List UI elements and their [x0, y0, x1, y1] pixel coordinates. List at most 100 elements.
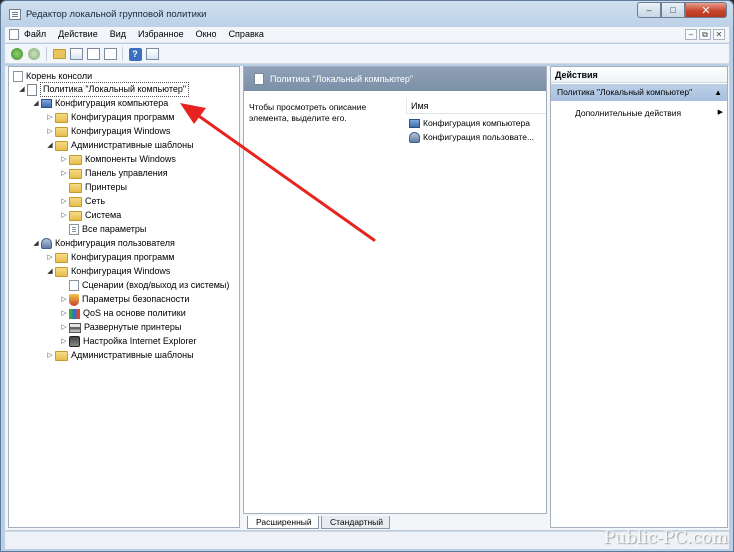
tree-item[interactable]: Принтеры — [59, 181, 127, 194]
tree-item[interactable]: ▷ Конфигурация программ — [45, 251, 174, 264]
tree-item[interactable]: ▷ Сеть — [59, 195, 105, 208]
user-icon — [409, 132, 420, 143]
menu-action[interactable]: Действие — [57, 29, 99, 39]
up-folder-icon[interactable] — [51, 46, 67, 62]
app-icon — [9, 9, 21, 20]
folder-icon — [55, 252, 68, 263]
minimize-button[interactable]: – — [637, 2, 661, 18]
view-tabs: Расширенный Стандартный — [243, 516, 547, 530]
tree-item-computer-config[interactable]: ◢ Конфигурация компьютера — [31, 97, 168, 110]
tree-item[interactable]: ▷ Компоненты Windows — [59, 153, 176, 166]
expand-icon[interactable]: ▷ — [59, 209, 69, 222]
computer-icon — [409, 119, 420, 128]
actions-section[interactable]: Политика "Локальный компьютер" ▲ — [551, 84, 727, 101]
expand-icon[interactable]: ▷ — [59, 321, 69, 334]
user-icon — [41, 238, 52, 249]
list-item[interactable]: Конфигурация компьютера — [409, 117, 530, 130]
folder-icon — [69, 196, 82, 207]
folder-icon — [69, 168, 82, 179]
folder-icon — [55, 350, 68, 361]
submenu-arrow-icon: ▶ — [717, 109, 723, 116]
expand-icon[interactable]: ▷ — [59, 307, 69, 320]
script-icon — [69, 280, 79, 291]
folder-icon — [69, 210, 82, 221]
close-button[interactable]: ✕ — [685, 2, 727, 18]
menu-window[interactable]: Окно — [195, 29, 218, 39]
maximize-button[interactable]: □ — [661, 2, 685, 18]
title-bar[interactable]: Редактор локальной групповой политики – … — [1, 1, 733, 25]
mdi-close-button[interactable]: ✕ — [713, 29, 725, 40]
tree-item[interactable]: Сценарии (вход/выход из системы) — [59, 279, 229, 292]
mdi-minimize-button[interactable]: – — [685, 29, 697, 40]
export-list-icon[interactable] — [102, 46, 118, 62]
collapse-icon[interactable]: ◢ — [17, 83, 27, 96]
actions-title: Действия — [551, 67, 727, 83]
document-icon[interactable] — [9, 29, 19, 40]
result-pane-header: Политика "Локальный компьютер" — [244, 67, 546, 91]
column-header-name[interactable]: Имя — [406, 98, 546, 114]
computer-icon — [41, 99, 52, 108]
tree-item-local-policy[interactable]: ◢ Политика "Локальный компьютер" — [17, 82, 190, 97]
back-icon[interactable] — [9, 46, 25, 62]
security-icon — [69, 293, 79, 306]
ie-settings-icon — [69, 336, 80, 347]
tree-item[interactable]: ◢ Конфигурация Windows — [45, 265, 170, 278]
more-actions-item[interactable]: Дополнительные действия ▶ — [575, 107, 727, 119]
collapse-up-icon[interactable]: ▲ — [714, 84, 722, 101]
expand-icon[interactable]: ▷ — [59, 153, 69, 166]
all-settings-icon — [69, 224, 79, 235]
menu-file[interactable]: Файл — [23, 29, 47, 39]
tab-extended[interactable]: Расширенный — [247, 516, 319, 529]
tree-item-user-config[interactable]: ◢ Конфигурация пользователя — [31, 237, 175, 250]
tree-item[interactable]: ▷ Панель управления — [59, 167, 168, 180]
show-hide-tree-icon[interactable] — [68, 46, 84, 62]
expand-icon[interactable]: ▷ — [45, 125, 55, 138]
show-hide-action-pane-icon[interactable] — [144, 46, 160, 62]
menu-view[interactable]: Вид — [109, 29, 127, 39]
description-text: Чтобы просмотреть описание элемента, выд… — [249, 102, 367, 123]
result-pane-title: Политика "Локальный компьютер" — [270, 74, 414, 84]
tree-item[interactable]: ▷ Параметры безопасности — [59, 293, 189, 306]
collapse-icon[interactable]: ◢ — [45, 265, 55, 278]
tree-item[interactable]: ▷ Развернутые принтеры — [59, 321, 181, 334]
collapse-icon[interactable]: ◢ — [45, 139, 55, 152]
console-root-icon — [13, 71, 23, 82]
expand-icon[interactable]: ▷ — [45, 251, 55, 264]
collapse-icon[interactable]: ◢ — [31, 237, 41, 250]
mdi-restore-button[interactable]: ⧉ — [699, 29, 711, 40]
console-tree[interactable]: Корень консоли ◢ Политика "Локальный ком… — [8, 66, 240, 528]
properties-icon[interactable] — [85, 46, 101, 62]
tree-item[interactable]: ◢ Административные шаблоны — [45, 139, 194, 152]
toolbar: ? — [5, 44, 729, 64]
tree-item[interactable]: Все параметры — [59, 223, 146, 236]
forward-icon[interactable] — [26, 46, 42, 62]
tree-item[interactable]: ▷ Конфигурация Windows — [45, 125, 170, 138]
tree-item[interactable]: ▷ Система — [59, 209, 121, 222]
printer-icon — [69, 322, 81, 333]
folder-icon — [69, 182, 82, 193]
tree-item[interactable]: ▷ Настройка Internet Explorer — [59, 335, 196, 348]
tree-item[interactable]: ▷ Конфигурация программ — [45, 111, 174, 124]
policy-icon — [27, 83, 37, 96]
expand-icon[interactable]: ▷ — [59, 335, 69, 348]
expand-icon[interactable]: ▷ — [59, 167, 69, 180]
tree-item[interactable]: ▷ Административные шаблоны — [45, 349, 194, 362]
expand-icon[interactable]: ▷ — [45, 349, 55, 362]
collapse-icon[interactable]: ◢ — [31, 97, 41, 110]
tree-item[interactable]: ▷ QoS на основе политики — [59, 307, 186, 320]
expand-icon[interactable]: ▷ — [59, 195, 69, 208]
tab-standard[interactable]: Стандартный — [321, 516, 391, 529]
console-content: Корень консоли ◢ Политика "Локальный ком… — [5, 66, 729, 530]
qos-icon — [69, 308, 80, 319]
actions-pane: Действия Политика "Локальный компьютер" … — [550, 66, 728, 528]
expand-icon[interactable]: ▷ — [45, 111, 55, 124]
folder-icon — [55, 140, 68, 151]
app-window: Редактор локальной групповой политики – … — [0, 0, 734, 552]
help-icon[interactable]: ? — [127, 46, 143, 62]
expand-icon[interactable]: ▷ — [59, 293, 69, 306]
menu-help[interactable]: Справка — [228, 29, 265, 39]
list-item[interactable]: Конфигурация пользовате... — [409, 131, 534, 144]
window-title: Редактор локальной групповой политики — [26, 9, 207, 20]
watermark: Public-PC.com — [603, 528, 728, 548]
menu-favorites[interactable]: Избранное — [137, 29, 185, 39]
